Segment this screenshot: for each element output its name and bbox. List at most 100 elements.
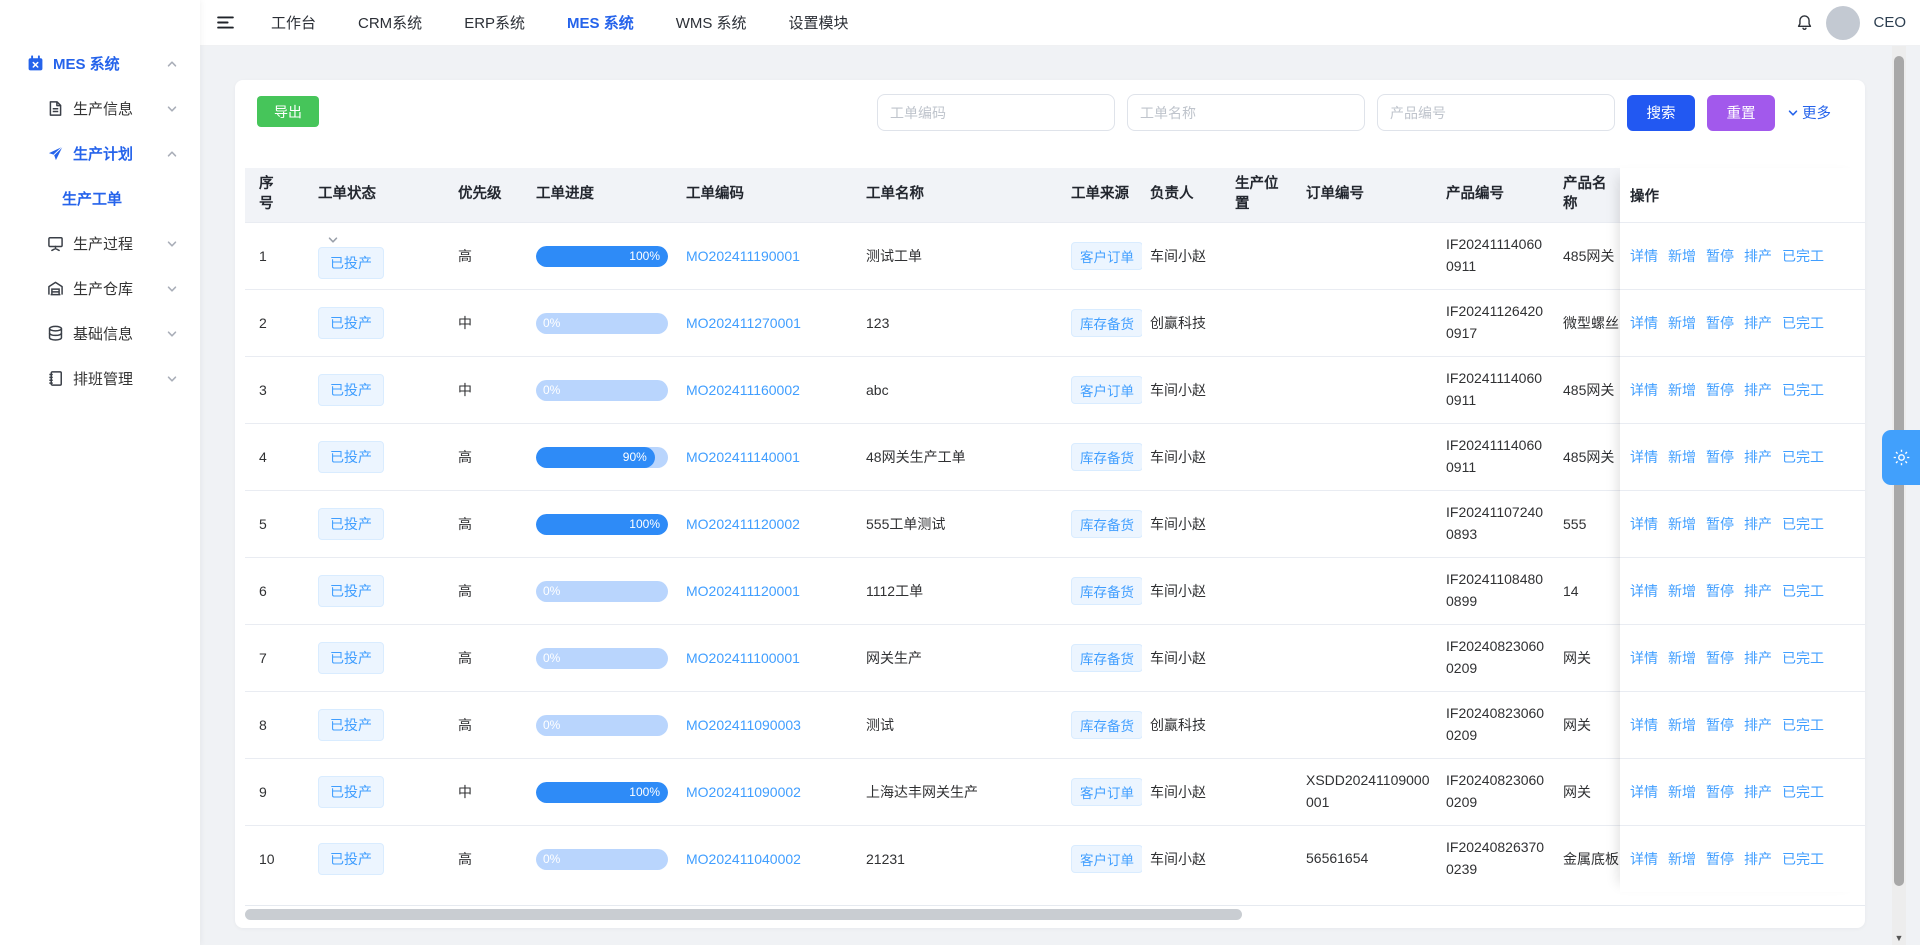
work-order-code-link[interactable]: MO202411100001 xyxy=(686,650,800,666)
settings-gear-button[interactable] xyxy=(1882,430,1920,485)
sidebar-item[interactable]: 生产仓库 xyxy=(0,266,200,311)
action-link[interactable]: 新增 xyxy=(1668,715,1696,735)
sidebar-item[interactable]: 生产信息 xyxy=(0,86,200,131)
topnav-item[interactable]: MES 系统 xyxy=(567,12,634,33)
action-link[interactable]: 详情 xyxy=(1630,849,1658,869)
topnav-item[interactable]: WMS 系统 xyxy=(676,12,747,33)
action-link[interactable]: 排产 xyxy=(1744,246,1772,266)
action-link[interactable]: 暂停 xyxy=(1706,715,1734,735)
board-icon xyxy=(47,235,64,252)
sidebar-item[interactable]: 生产过程 xyxy=(0,221,200,266)
work-order-code-link[interactable]: MO202411040002 xyxy=(686,851,801,867)
action-link[interactable]: 新增 xyxy=(1668,246,1696,266)
action-link[interactable]: 排产 xyxy=(1744,715,1772,735)
action-link[interactable]: 详情 xyxy=(1630,581,1658,601)
action-link[interactable]: 新增 xyxy=(1668,380,1696,400)
product-name: 485网关 xyxy=(1563,246,1614,266)
filter-input[interactable] xyxy=(1377,94,1615,131)
action-link[interactable]: 已完工 xyxy=(1782,380,1824,400)
action-link[interactable]: 已完工 xyxy=(1782,514,1824,534)
reset-button[interactable]: 重置 xyxy=(1707,95,1775,131)
expand-chevron-down-icon[interactable] xyxy=(327,234,339,244)
topnav-item[interactable]: 工作台 xyxy=(271,12,316,33)
user-label[interactable]: CEO xyxy=(1873,14,1906,31)
action-link[interactable]: 新增 xyxy=(1668,581,1696,601)
action-link[interactable]: 新增 xyxy=(1668,849,1696,869)
vertical-scrollbar[interactable]: ▼ xyxy=(1892,46,1906,945)
row-product-no: IF202408263700239 xyxy=(1438,826,1555,892)
work-order-code-link[interactable]: MO202411140001 xyxy=(686,449,800,465)
action-link[interactable]: 排产 xyxy=(1744,849,1772,869)
action-link[interactable]: 新增 xyxy=(1668,648,1696,668)
work-order-code-link[interactable]: MO202411120001 xyxy=(686,583,800,599)
action-link[interactable]: 排产 xyxy=(1744,648,1772,668)
filter-input[interactable] xyxy=(877,94,1115,131)
row-progress: 0% xyxy=(528,558,678,624)
action-link[interactable]: 已完工 xyxy=(1782,313,1824,333)
work-order-code-link[interactable]: MO202411190001 xyxy=(686,248,800,264)
action-link[interactable]: 排产 xyxy=(1744,313,1772,333)
sidebar-item[interactable]: 基础信息 xyxy=(0,311,200,356)
action-link[interactable]: 详情 xyxy=(1630,447,1658,467)
action-link[interactable]: 暂停 xyxy=(1706,447,1734,467)
scrollbar-down-arrow-icon[interactable]: ▼ xyxy=(1892,933,1906,943)
action-link[interactable]: 新增 xyxy=(1668,782,1696,802)
action-link[interactable]: 新增 xyxy=(1668,447,1696,467)
action-link[interactable]: 详情 xyxy=(1630,648,1658,668)
action-link[interactable]: 已完工 xyxy=(1782,849,1824,869)
action-link[interactable]: 新增 xyxy=(1668,514,1696,534)
topnav-item[interactable]: ERP系统 xyxy=(464,12,525,33)
sidebar-item[interactable]: 生产工单 xyxy=(0,176,200,221)
action-link[interactable]: 已完工 xyxy=(1782,715,1824,735)
more-toggle[interactable]: 更多 xyxy=(1787,102,1831,123)
avatar[interactable] xyxy=(1826,6,1860,40)
action-column-body: 详情新增暂停排产已完工详情新增暂停排产已完工详情新增暂停排产已完工详情新增暂停排… xyxy=(1620,222,1865,892)
action-link[interactable]: 排产 xyxy=(1744,380,1772,400)
sidebar-item[interactable]: MES 系统 xyxy=(0,41,200,86)
action-link[interactable]: 已完工 xyxy=(1782,447,1824,467)
sidebar-item[interactable]: 排班管理 xyxy=(0,356,200,401)
action-link[interactable]: 详情 xyxy=(1630,782,1658,802)
progress-fill: 100% xyxy=(536,246,668,267)
row-source: 客户订单 xyxy=(1063,826,1142,892)
action-link[interactable]: 暂停 xyxy=(1706,581,1734,601)
action-link[interactable]: 详情 xyxy=(1630,715,1658,735)
action-link[interactable]: 暂停 xyxy=(1706,648,1734,668)
action-link[interactable]: 暂停 xyxy=(1706,514,1734,534)
action-link[interactable]: 详情 xyxy=(1630,246,1658,266)
work-order-code-link[interactable]: MO202411270001 xyxy=(686,315,801,331)
action-link[interactable]: 暂停 xyxy=(1706,380,1734,400)
action-link[interactable]: 排产 xyxy=(1744,514,1772,534)
filter-input[interactable] xyxy=(1127,94,1365,131)
action-link[interactable]: 详情 xyxy=(1630,380,1658,400)
bell-icon[interactable] xyxy=(1796,14,1813,31)
action-link[interactable]: 已完工 xyxy=(1782,648,1824,668)
action-link[interactable]: 排产 xyxy=(1744,447,1772,467)
action-link[interactable]: 已完工 xyxy=(1782,581,1824,601)
menu-collapse-icon[interactable] xyxy=(216,14,235,31)
topnav-item[interactable]: 设置模块 xyxy=(789,12,849,33)
work-order-code-link[interactable]: MO202411120002 xyxy=(686,516,800,532)
action-link[interactable]: 详情 xyxy=(1630,514,1658,534)
action-link[interactable]: 新增 xyxy=(1668,313,1696,333)
progress-bar: 0% xyxy=(536,648,668,669)
export-button[interactable]: 导出 xyxy=(257,96,319,127)
action-link[interactable]: 暂停 xyxy=(1706,246,1734,266)
work-order-code-link[interactable]: MO202411090002 xyxy=(686,784,801,800)
work-order-code-link[interactable]: MO202411160002 xyxy=(686,382,800,398)
action-link[interactable]: 排产 xyxy=(1744,581,1772,601)
action-link[interactable]: 暂停 xyxy=(1706,313,1734,333)
action-link[interactable]: 暂停 xyxy=(1706,849,1734,869)
action-link[interactable]: 详情 xyxy=(1630,313,1658,333)
search-button[interactable]: 搜索 xyxy=(1627,95,1695,131)
work-order-code-link[interactable]: MO202411090003 xyxy=(686,717,801,733)
source-badge: 库存备货 xyxy=(1071,644,1142,672)
action-link[interactable]: 已完工 xyxy=(1782,246,1824,266)
horizontal-scrollbar[interactable] xyxy=(245,909,1242,920)
sidebar-item[interactable]: 生产计划 xyxy=(0,131,200,176)
action-link[interactable]: 暂停 xyxy=(1706,782,1734,802)
action-link[interactable]: 排产 xyxy=(1744,782,1772,802)
topnav-item[interactable]: CRM系统 xyxy=(358,12,422,33)
product-number: IF202408263700239 xyxy=(1446,837,1547,880)
action-link[interactable]: 已完工 xyxy=(1782,782,1824,802)
